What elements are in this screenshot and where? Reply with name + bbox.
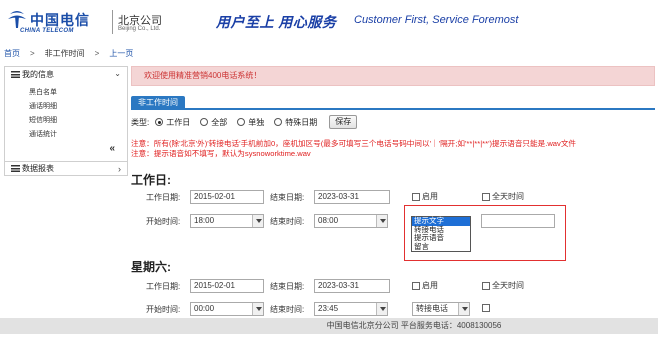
breadcrumb: 首页 > 非工作时间 > 上一页: [4, 47, 133, 59]
end-time-select[interactable]: 08:00: [314, 214, 388, 228]
checkbox-box: [482, 304, 490, 312]
china-telecom-logo: 中国电信 CHINA TELECOM: [6, 8, 106, 36]
slogan-cn: 用户至上 用心服务: [216, 14, 337, 30]
option-voicemail[interactable]: 留言: [412, 242, 470, 252]
enable-checkbox[interactable]: 启用: [412, 191, 438, 202]
saturday-end-time-value: 23:45: [318, 304, 339, 313]
saturday-start-time-value: 00:00: [194, 304, 215, 313]
chevron-right-icon: ›: [118, 164, 121, 174]
sidebar-item-call-details[interactable]: 通话明细: [29, 101, 57, 111]
tab-non-working-hours[interactable]: 非工作时间: [131, 96, 185, 110]
checkbox-box: [482, 281, 490, 290]
end-time-label: 结束时间:: [270, 217, 305, 226]
breadcrumb-home-link[interactable]: 首页: [4, 48, 20, 59]
radio-special-date-label: 特殊日期: [285, 117, 318, 127]
saturday-section-title: 星期六:: [131, 260, 171, 274]
checkbox-box: [482, 192, 490, 201]
all-day-checkbox[interactable]: 全天时间: [482, 191, 524, 202]
branch-name-en: Beijing Co., Ltd.: [118, 26, 161, 32]
radio-workday-label: 工作日: [166, 117, 191, 127]
list-icon: [11, 70, 20, 78]
sidebar-my-info[interactable]: 我的信息 ⌄: [5, 67, 127, 81]
type-selector: 类型: 工作日 全部 单独 特殊日期 保存: [131, 115, 358, 129]
china-telecom-logo-icon: [8, 11, 26, 28]
radio-dot: [274, 118, 283, 126]
workday-section-title: 工作日:: [131, 173, 171, 187]
radio-dot: [200, 118, 209, 126]
radio-all[interactable]: 全部: [200, 117, 227, 128]
saturday-start-time-label: 开始时间:: [146, 305, 181, 314]
footer-text: 中国电信北京分公司 平台服务电话：4008130056: [326, 321, 502, 330]
list-icon: [11, 165, 20, 172]
saturday-end-time-label: 结束时间:: [270, 305, 305, 314]
back-link[interactable]: 上一页: [109, 48, 133, 59]
saturday-action-type-select[interactable]: 转接电话: [412, 302, 470, 316]
sidebar: 我的信息 ⌄ 黑白名单 通话明细 短信明细 通话统计 « 数据报表 ›: [4, 66, 128, 176]
chevron-down-icon: [252, 215, 263, 227]
slogan-en: Customer First, Service Foremost: [354, 14, 519, 26]
saturday-work-date-input[interactable]: 2015-02-01: [190, 279, 264, 293]
action-type-listbox[interactable]: 提示文字 转接电话 提示语音 留言: [411, 216, 471, 252]
radio-single-label: 单独: [248, 117, 265, 127]
notice-text: 注意：所有(除'北京'外)'转接电话'手机前加0，座机加区号(最多可填写三个电话…: [131, 139, 655, 159]
save-button[interactable]: 保存: [329, 115, 358, 129]
radio-dot: [155, 118, 164, 126]
saturday-all-day-label: 全天时间: [492, 281, 524, 290]
saturday-action-type-value: 转接电话: [416, 304, 448, 313]
saturday-end-date-input[interactable]: 2023-03-31: [314, 279, 390, 293]
end-date-input[interactable]: 2023-03-31: [314, 190, 390, 204]
start-time-select[interactable]: 18:00: [190, 214, 264, 228]
end-time-value: 08:00: [318, 216, 339, 225]
breadcrumb-separator: >: [30, 48, 35, 58]
saturday-extra-checkbox[interactable]: [482, 304, 492, 312]
tab-bar: 非工作时间: [131, 96, 655, 110]
chevron-down-icon: ⌄: [114, 69, 121, 78]
enable-checkbox-label: 启用: [422, 192, 438, 201]
radio-single[interactable]: 单独: [237, 117, 264, 128]
saturday-end-time-select[interactable]: 23:45: [314, 302, 388, 316]
header-divider: [112, 10, 113, 34]
radio-special-date[interactable]: 特殊日期: [274, 117, 317, 128]
saturday-start-time-select[interactable]: 00:00: [190, 302, 264, 316]
logo-en-text: CHINA TELECOM: [20, 28, 74, 34]
end-date-label: 结束日期:: [270, 193, 305, 202]
breadcrumb-separator: >: [94, 48, 100, 58]
radio-all-label: 全部: [211, 117, 228, 127]
start-time-label: 开始时间:: [146, 217, 181, 226]
all-day-checkbox-label: 全天时间: [492, 192, 524, 201]
start-time-value: 18:00: [194, 216, 215, 225]
chevron-down-icon: [376, 215, 387, 227]
radio-workday[interactable]: 工作日: [155, 117, 190, 128]
work-date-label: 工作日期:: [146, 193, 181, 202]
breadcrumb-current: 非工作时间: [44, 48, 85, 58]
notice-line-2: 注意：提示语音如不填写，默认为sysnoworktime.wav: [131, 149, 311, 158]
action-value-input[interactable]: [481, 214, 555, 228]
checkbox-box: [412, 281, 420, 290]
notice-line-1: 注意：所有(除'北京'外)'转接电话'手机前加0，座机加区号(最多可填写三个电话…: [131, 139, 577, 148]
saturday-work-date-label: 工作日期:: [146, 282, 181, 291]
welcome-banner: 欢迎使用精准营销400电话系统！: [131, 66, 655, 86]
page-header: 中国电信 CHINA TELECOM 北京公司 Beijing Co., Ltd…: [0, 0, 658, 42]
page-footer: 中国电信北京分公司 平台服务电话：4008130056: [0, 318, 658, 334]
saturday-enable-checkbox[interactable]: 启用: [412, 280, 438, 291]
logo-cn-text: 中国电信: [30, 13, 90, 29]
collapse-sidebar-icon[interactable]: «: [109, 143, 115, 154]
chevron-down-icon: [376, 303, 387, 315]
sidebar-my-info-label: 我的信息: [22, 69, 54, 79]
saturday-enable-label: 启用: [422, 281, 438, 290]
sidebar-item-blacklist[interactable]: 黑白名单: [29, 87, 57, 97]
work-date-input[interactable]: 2015-02-01: [190, 190, 264, 204]
radio-dot: [237, 118, 246, 126]
checkbox-box: [412, 192, 420, 201]
sidebar-item-sms-details[interactable]: 短信明细: [29, 115, 57, 125]
saturday-all-day-checkbox[interactable]: 全天时间: [482, 280, 524, 291]
type-label: 类型:: [131, 117, 150, 127]
sidebar-reports-label: 数据报表: [22, 164, 54, 173]
sidebar-item-call-stats[interactable]: 通话统计: [29, 129, 57, 139]
chevron-down-icon: [458, 303, 469, 315]
sidebar-reports[interactable]: 数据报表 ›: [5, 161, 127, 175]
saturday-end-date-label: 结束日期:: [270, 282, 305, 291]
chevron-down-icon: [252, 303, 263, 315]
